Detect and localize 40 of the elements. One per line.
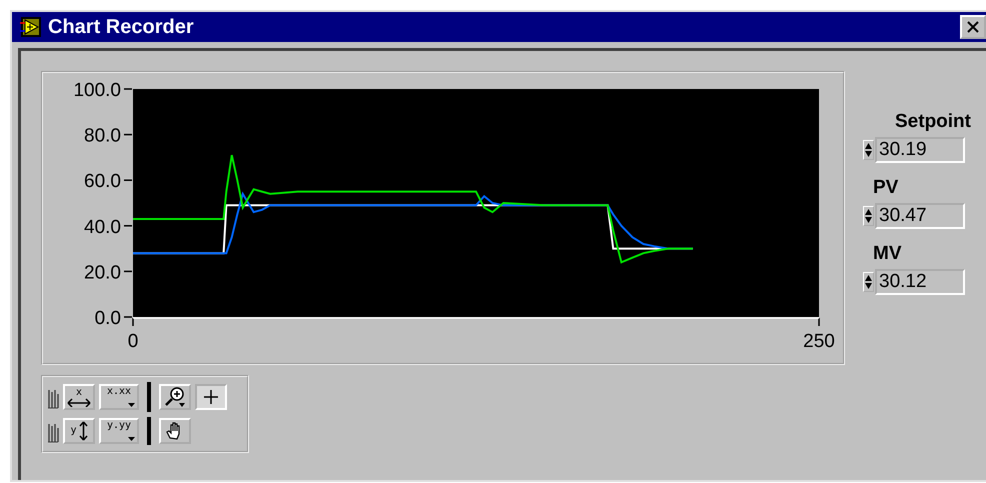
y-tick-label: 40.0 [84,216,121,238]
down-arrow-icon [865,283,872,289]
arrows-icon [78,421,88,441]
format-button[interactable]: y.yy [99,418,139,444]
down-arrow-icon [865,217,872,223]
arrows-icon [67,398,91,406]
up-arrow-icon [865,275,872,281]
cursor-tool-button[interactable] [195,384,227,410]
axis-scale-button[interactable]: x [63,384,95,410]
y-tick-label: 100.0 [73,80,121,101]
y-tick-label: 80.0 [84,126,121,147]
window-title: Chart Recorder [48,16,195,38]
axis-scale-button[interactable]: y [63,418,95,444]
format-button[interactable]: x.xx [99,384,139,410]
x-tick-label: 250 [803,331,835,352]
crosshair-icon [203,389,219,405]
increment-decrement-control[interactable] [863,206,874,226]
zoom-icon [164,386,186,408]
up-arrow-icon [865,143,872,149]
increment-decrement-control[interactable] [863,140,874,160]
close-icon [967,21,979,33]
down-arrow-icon [865,151,872,157]
app-icon [20,16,42,38]
y-tick-label: 60.0 [84,171,121,192]
zoom-button[interactable] [159,384,191,410]
control-label: MV [872,243,902,265]
numeric-field[interactable]: 30.19 [875,137,965,163]
dropdown-icon [128,437,135,441]
up-arrow-icon [865,209,872,215]
numeric-field[interactable]: 30.12 [875,269,965,295]
dropdown-icon [128,403,135,407]
numeric-field[interactable]: 30.47 [875,203,965,229]
y-tick-label: 0.0 [94,308,121,329]
control-label: Setpoint [895,111,972,133]
x-tick-label: 0 [128,331,138,352]
increment-decrement-control[interactable] [863,272,874,292]
y-tick-label: 20.0 [84,262,121,284]
close-button[interactable] [960,15,986,39]
pan-tool-button[interactable] [159,418,191,444]
control-label: PV [872,177,900,199]
